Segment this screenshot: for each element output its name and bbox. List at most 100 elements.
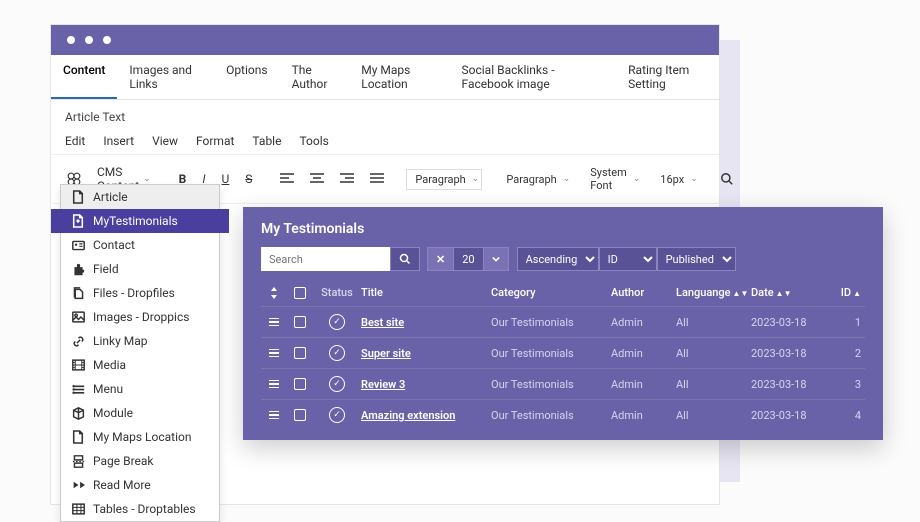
sort-column-select[interactable]: ID <box>599 247 657 271</box>
row-author: Admin <box>611 316 676 329</box>
row-date: 2023-03-18 <box>751 316 831 329</box>
clear-filter-button[interactable]: ✕ <box>427 247 454 271</box>
menu-insert[interactable]: Insert <box>103 134 134 148</box>
cms-item-contact[interactable]: Contact <box>61 233 219 257</box>
id-header[interactable]: ID▲ <box>831 286 861 299</box>
search-input[interactable] <box>261 247 391 271</box>
status-header[interactable]: Status <box>313 286 361 299</box>
cms-item-menu[interactable]: Menu <box>61 377 219 401</box>
paragraph-style-label: Paragraph <box>506 173 556 186</box>
window-control-close[interactable] <box>67 36 75 44</box>
row-status[interactable]: ✓ <box>313 407 361 423</box>
images-icon <box>71 311 85 323</box>
page-size-dropdown[interactable] <box>483 247 509 271</box>
align-center-button[interactable] <box>304 169 330 189</box>
cms-item-images-droppics[interactable]: Images - Droppics <box>61 305 219 329</box>
cms-item-my-maps-location[interactable]: My Maps Location <box>61 425 219 449</box>
sort-direction-select[interactable]: Ascending <box>517 247 599 271</box>
row-checkbox[interactable] <box>287 378 313 390</box>
cms-item-mytestimonials[interactable]: MyTestimonials <box>51 209 229 233</box>
row-title-link[interactable]: Amazing extension <box>361 409 455 422</box>
cms-item-page-break[interactable]: Page Break <box>61 449 219 473</box>
align-justify-button[interactable] <box>364 169 390 189</box>
cms-item-files-dropfiles[interactable]: Files - Dropfiles <box>61 281 219 305</box>
cms-item-label: Files - Dropfiles <box>93 286 175 300</box>
row-id: 1 <box>831 316 861 329</box>
tab-images-and-links[interactable]: Images and Links <box>117 55 214 99</box>
cms-item-label: Field <box>93 262 119 276</box>
tab-content[interactable]: Content <box>51 55 117 99</box>
row-checkbox[interactable] <box>287 316 313 328</box>
search-icon[interactable] <box>714 168 740 190</box>
search-button[interactable] <box>390 247 420 271</box>
row-author: Admin <box>611 347 676 360</box>
testimonials-panel: My Testimonials ✕ 20 Ascending ID Publis… <box>243 207 883 440</box>
page-icon <box>71 430 85 444</box>
menu-edit[interactable]: Edit <box>65 134 85 148</box>
strikethrough-button[interactable]: S <box>239 168 258 190</box>
cms-item-label: Read More <box>93 478 151 492</box>
font-family-dropdown[interactable]: System Font⌄ <box>582 163 648 195</box>
paragraph-style-dropdown[interactable]: Paragraph⌄ <box>498 170 578 189</box>
row-date: 2023-03-18 <box>751 409 831 422</box>
align-right-button[interactable] <box>334 169 360 189</box>
row-title-link[interactable]: Review 3 <box>361 378 405 391</box>
row-checkbox[interactable] <box>287 409 313 421</box>
row-title-link[interactable]: Super site <box>361 347 411 360</box>
cms-item-field[interactable]: Field <box>61 257 219 281</box>
cms-item-media[interactable]: Media <box>61 353 219 377</box>
drag-handle[interactable] <box>261 380 287 389</box>
sort-column-header[interactable] <box>261 287 287 299</box>
block-format-dropdown[interactable]: Paragraph⌄ <box>406 169 482 190</box>
section-label: Article Text <box>51 100 719 130</box>
cms-item-linky-map[interactable]: Linky Map <box>61 329 219 353</box>
author-header[interactable]: Author <box>611 286 676 299</box>
table-row: ✓ Review 3 Our Testimonials Admin All 20… <box>261 368 865 399</box>
tab-the-author[interactable]: The Author <box>280 55 350 99</box>
cms-item-read-more[interactable]: Read More <box>61 473 219 497</box>
row-title-link[interactable]: Best site <box>361 316 404 329</box>
pgbreak-icon <box>71 455 85 468</box>
menu-table[interactable]: Table <box>252 134 281 148</box>
category-header[interactable]: Category <box>491 286 611 299</box>
window-control-minimize[interactable] <box>85 36 93 44</box>
row-checkbox[interactable] <box>287 347 313 359</box>
row-status[interactable]: ✓ <box>313 376 361 392</box>
checkmark-icon: ✓ <box>329 407 345 423</box>
table-icon <box>71 503 85 515</box>
row-date: 2023-03-18 <box>751 347 831 360</box>
menu-view[interactable]: View <box>152 134 178 148</box>
row-language: All <box>676 378 751 391</box>
row-language: All <box>676 316 751 329</box>
window-control-maximize[interactable] <box>103 36 111 44</box>
table-row: ✓ Amazing extension Our Testimonials Adm… <box>261 399 865 430</box>
select-all-checkbox[interactable] <box>287 287 313 299</box>
tab-social-backlinks-facebook-image[interactable]: Social Backlinks - Facebook image <box>450 55 617 99</box>
drag-handle[interactable] <box>261 318 287 327</box>
cms-item-label: Module <box>93 406 133 420</box>
title-header[interactable]: Title <box>361 286 491 299</box>
cms-item-article[interactable]: Article <box>61 185 219 209</box>
row-category: Our Testimonials <box>491 378 611 391</box>
date-header[interactable]: Date▲▼ <box>751 286 831 299</box>
menu-format[interactable]: Format <box>196 134 234 148</box>
menu-tools[interactable]: Tools <box>299 134 328 148</box>
testimonials-table: Status Title Category Author Languange▲▼… <box>243 279 883 430</box>
sort-up-icon: ▲ <box>853 289 861 298</box>
font-size-dropdown[interactable]: 16px⌄ <box>652 170 705 189</box>
sort-arrows-icon: ▲▼ <box>776 289 792 298</box>
language-header[interactable]: Languange▲▼ <box>676 286 751 299</box>
row-status[interactable]: ✓ <box>313 345 361 361</box>
chevron-down-icon: ⌄ <box>143 174 151 184</box>
status-filter-select[interactable]: Published <box>657 247 736 271</box>
tab-my-maps-location[interactable]: My Maps Location <box>349 55 449 99</box>
cms-item-module[interactable]: Module <box>61 401 219 425</box>
cms-item-tables-droptables[interactable]: Tables - Droptables <box>61 497 219 521</box>
drag-handle[interactable] <box>261 411 287 420</box>
cms-item-label: MyTestimonials <box>93 214 178 228</box>
align-left-button[interactable] <box>274 169 300 189</box>
tab-options[interactable]: Options <box>214 55 280 99</box>
tab-rating-item-setting[interactable]: Rating Item Setting <box>616 55 719 99</box>
drag-handle[interactable] <box>261 349 287 358</box>
row-status[interactable]: ✓ <box>313 314 361 330</box>
